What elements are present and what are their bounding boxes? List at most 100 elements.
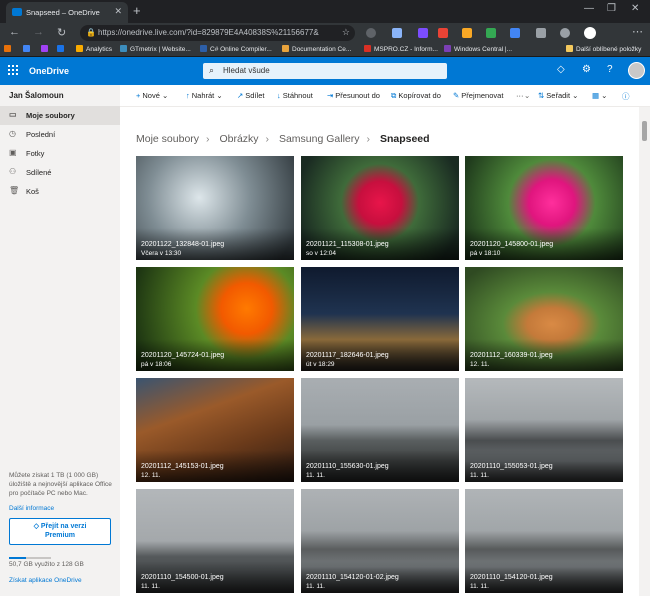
- photo-tile[interactable]: 20201121_115308-01.jpeg so v 12:04: [301, 156, 459, 260]
- move-to-button[interactable]: ⇥ Přesunout do: [327, 91, 380, 100]
- address-bar[interactable]: 🔒 https://onedrive.live.com/?id=829879E4…: [80, 25, 355, 41]
- learn-more-link[interactable]: Další informace: [9, 505, 54, 512]
- search-icon: ⌕: [209, 65, 215, 75]
- sidebar-item-my-files[interactable]: ▭ Moje soubory: [0, 106, 120, 125]
- photo-tile[interactable]: 20201110_154120-01-02.jpeg 11. 11.: [301, 489, 459, 593]
- file-date: Včera v 13:30: [141, 250, 182, 257]
- bookmark-mspro[interactable]: MSPRO.CZ - Inform...: [364, 45, 438, 53]
- sidebar-item-recent[interactable]: ◷ Poslední: [0, 125, 120, 144]
- bookmark-apps[interactable]: [4, 45, 14, 53]
- file-name: 20201120_145800-01.jpeg: [470, 241, 554, 248]
- storage-text[interactable]: 50,7 GB využito z 128 GB: [9, 561, 84, 568]
- extension-icon[interactable]: [418, 28, 428, 38]
- photo-tile[interactable]: 20201110_154500-01.jpeg 11. 11.: [136, 489, 294, 593]
- photo-tile[interactable]: 20201110_155053-01.jpeg 11. 11.: [465, 378, 623, 482]
- app-brand[interactable]: OneDrive: [29, 66, 69, 76]
- file-name: 20201112_145153-01.jpeg: [141, 463, 224, 470]
- extension-icon[interactable]: [366, 28, 376, 38]
- chevron-down-icon[interactable]: ⌄: [524, 91, 530, 100]
- premium-diamond-icon[interactable]: ◇: [557, 64, 565, 75]
- view-options-button[interactable]: ▦ ⌄: [592, 91, 607, 100]
- photo-tile[interactable]: 20201117_182646-01.jpeg út v 18:29: [301, 267, 459, 371]
- share-icon: ↗: [237, 91, 244, 100]
- copy-to-button[interactable]: ⧉ Kopírovat do: [391, 91, 441, 101]
- download-icon: ↓: [277, 91, 281, 100]
- maximize-icon[interactable]: ❐: [607, 3, 616, 14]
- extension-icon[interactable]: [560, 28, 570, 38]
- go-premium-button[interactable]: ◇ Přejít na verzi Premium: [9, 518, 111, 545]
- chevron-right-icon: ›: [366, 133, 371, 145]
- rename-button[interactable]: ✎ Přejmenovat: [453, 91, 503, 100]
- extension-icon[interactable]: [486, 28, 496, 38]
- photo-tile[interactable]: 20201110_155630-01.jpeg 11. 11.: [301, 378, 459, 482]
- file-name: 20201110_155630-01.jpeg: [306, 463, 389, 470]
- breadcrumb-current: Snapseed: [379, 133, 430, 145]
- photo-tile[interactable]: 20201110_154120-01.jpeg 11. 11.: [465, 489, 623, 593]
- file-date: 12. 11.: [470, 361, 490, 368]
- back-icon[interactable]: ←: [9, 26, 20, 38]
- onedrive-header: OneDrive ⌕ Hledat všude ◇ ⚙ ?: [0, 57, 650, 85]
- sidebar-item-photos[interactable]: ▣ Fotky: [0, 144, 120, 163]
- window-close-icon[interactable]: ✕: [631, 3, 639, 14]
- upload-button[interactable]: ↑ Nahrát ⌄: [186, 91, 223, 100]
- more-commands-button[interactable]: ···: [516, 91, 524, 100]
- breadcrumb-item[interactable]: Obrázky: [219, 133, 258, 145]
- file-date: 11. 11.: [141, 583, 160, 590]
- app-launcher-icon[interactable]: [8, 65, 18, 75]
- bookmark-windows-central[interactable]: Windows Central |...: [444, 45, 512, 53]
- diamond-icon: ◇: [33, 523, 41, 530]
- chevron-down-icon: ⌄: [162, 91, 169, 100]
- user-avatar[interactable]: [628, 62, 645, 79]
- forward-icon[interactable]: →: [33, 26, 44, 38]
- breadcrumb-item[interactable]: Samsung Gallery: [279, 133, 360, 145]
- new-tab-button[interactable]: +: [133, 3, 141, 18]
- bookmark-icon[interactable]: [23, 45, 33, 53]
- breadcrumb: Moje soubory › Obrázky › Samsung Gallery › …: [136, 133, 430, 145]
- photo-tile[interactable]: 20201120_145800-01.jpeg pá v 18:10: [465, 156, 623, 260]
- minimize-icon[interactable]: —: [584, 3, 594, 14]
- new-button[interactable]: + Nové ⌄: [136, 91, 168, 100]
- bookmark-analytics[interactable]: Analytics: [76, 45, 112, 53]
- clock-icon: ◷: [9, 129, 16, 138]
- scrollbar-thumb[interactable]: [642, 121, 647, 141]
- extension-icon[interactable]: [510, 28, 520, 38]
- bookmark-other-folder[interactable]: Další oblíbené položky: [566, 45, 641, 53]
- search-box[interactable]: ⌕ Hledat všude: [203, 63, 447, 79]
- storage-promo-text: Můžete získat 1 TB (1 000 GB) úložiště a…: [9, 472, 112, 497]
- info-icon[interactable]: ⓘ: [622, 91, 630, 102]
- bookmark-gtmetrix[interactable]: GTmetrix | Website...: [120, 45, 191, 53]
- photo-tile[interactable]: 20201122_132848-01.jpeg Včera v 13:30: [136, 156, 294, 260]
- photo-tile[interactable]: 20201120_145724-01.jpeg pá v 18:06: [136, 267, 294, 371]
- settings-gear-icon[interactable]: ⚙: [582, 64, 591, 75]
- sort-button[interactable]: ⇅ Seřadit ⌄: [538, 91, 578, 100]
- file-date: út v 18:29: [306, 361, 335, 368]
- scrollbar[interactable]: [639, 107, 650, 596]
- photo-tile[interactable]: 20201112_145153-01.jpeg 12. 11.: [136, 378, 294, 482]
- photo-tile[interactable]: 20201112_160339-01.jpeg 12. 11.: [465, 267, 623, 371]
- help-icon[interactable]: ?: [607, 64, 613, 75]
- copy-icon: ⧉: [391, 91, 397, 100]
- get-apps-link[interactable]: Získat aplikace OneDrive: [9, 577, 82, 584]
- download-button[interactable]: ↓ Stáhnout: [277, 91, 313, 100]
- file-date: 12. 11.: [141, 472, 161, 479]
- browser-tab[interactable]: Snapseed – OneDrive ✕: [6, 2, 128, 23]
- bookmark-icon[interactable]: [41, 45, 51, 53]
- profile-avatar-icon[interactable]: [584, 27, 596, 39]
- file-date: 11. 11.: [306, 472, 325, 479]
- bookmark-icon[interactable]: [57, 45, 67, 53]
- breadcrumb-item[interactable]: Moje soubory: [136, 133, 199, 145]
- reload-icon[interactable]: ↻: [57, 26, 66, 39]
- favorite-star-icon[interactable]: ☆: [342, 27, 350, 38]
- more-menu-icon[interactable]: ⋯: [632, 25, 643, 38]
- file-name: 20201122_132848-01.jpeg: [141, 241, 225, 248]
- share-button[interactable]: ↗ Sdílet: [237, 91, 264, 100]
- tab-close-icon[interactable]: ✕: [114, 6, 122, 17]
- sidebar-item-recycle-bin[interactable]: 🗑 Koš: [0, 182, 120, 201]
- bookmark-csharp[interactable]: C# Online Compiler...: [200, 45, 272, 53]
- pocket-icon[interactable]: [392, 28, 402, 38]
- sidebar-item-shared[interactable]: ⚇ Sdílené: [0, 163, 120, 182]
- collections-icon[interactable]: [536, 28, 546, 38]
- keepa-icon[interactable]: [462, 28, 472, 38]
- extension-icon[interactable]: [438, 28, 448, 38]
- bookmark-documentation[interactable]: Documentation Ce...: [282, 45, 351, 53]
